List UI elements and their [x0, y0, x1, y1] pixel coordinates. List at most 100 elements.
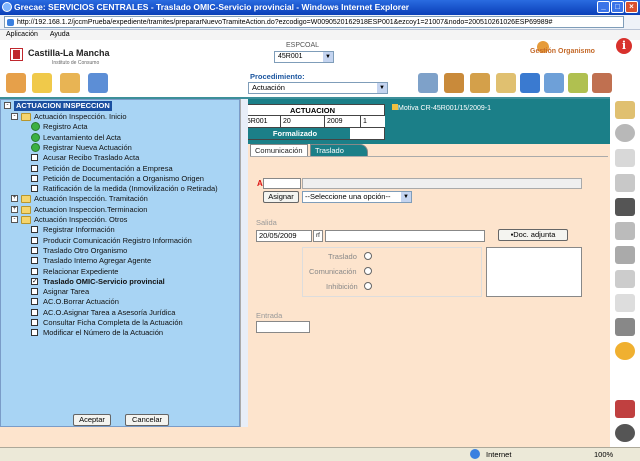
doc-adjunta-button[interactable]: ▪Doc. adjunta [498, 229, 568, 241]
checkbox[interactable] [31, 308, 38, 316]
list-icon[interactable] [615, 294, 635, 312]
checkbox[interactable] [31, 246, 38, 254]
close-window-button[interactable]: × [625, 1, 638, 13]
tree-item-label: Registrar Información [43, 225, 115, 235]
radio-inhibicion-label: Inhibición [326, 282, 358, 291]
opcion-select[interactable]: --Seleccione una opción-- ▼ [302, 191, 412, 203]
cancelar-button[interactable]: Cancelar [125, 414, 169, 426]
espcoal-label: ESPCOAL [286, 42, 320, 49]
asignar-button[interactable]: Asignar [263, 191, 299, 203]
espcoal-select[interactable]: 45R001 ▼ [274, 51, 334, 63]
chevron-down-icon: ▼ [401, 192, 411, 202]
expand-icon[interactable]: + [11, 205, 18, 213]
aceptar-button[interactable]: Aceptar [73, 414, 111, 426]
status-zone: Internet [486, 450, 512, 459]
collapse-icon[interactable]: - [4, 102, 11, 109]
tab-traslado[interactable]: Traslado [310, 144, 368, 156]
logo-subtitle: Instituto de Consumo [52, 60, 100, 66]
chevron-down-icon: ▼ [377, 83, 387, 93]
save-icon[interactable] [615, 198, 635, 216]
checkbox[interactable] [31, 236, 38, 244]
checkbox[interactable] [31, 154, 38, 162]
status-ok-icon [31, 132, 40, 142]
radio-inhibicion[interactable] [364, 282, 372, 290]
collapse-icon[interactable]: - [11, 113, 18, 120]
print-icon[interactable] [615, 246, 635, 264]
salida-date-input[interactable]: 20/05/2009 [256, 230, 312, 242]
expand-icon[interactable]: + [11, 195, 18, 203]
copy-icon[interactable] [615, 222, 635, 240]
tab-comunicacion[interactable]: Comunicación [250, 144, 308, 156]
magnifier-icon[interactable] [615, 101, 635, 119]
tool-icon-2[interactable] [32, 73, 52, 93]
document-icon[interactable] [615, 149, 635, 167]
checkbox[interactable] [31, 164, 38, 172]
checkbox[interactable] [31, 257, 38, 265]
tree-item-label: Registrar Nueva Actuación [43, 142, 132, 152]
logo-text: Castilla-La Mancha [28, 48, 110, 58]
checkbox[interactable] [31, 226, 38, 234]
tree-item-label: Traslado Otro Organismo [43, 245, 128, 255]
menu-ayuda[interactable]: Ayuda [50, 31, 70, 38]
tree-item-label: Actuación Inspección. Otros [34, 215, 128, 224]
minimize-button[interactable]: _ [597, 1, 610, 13]
radio-traslado[interactable] [364, 252, 372, 260]
procedimiento-label: Procedimiento: [250, 72, 305, 81]
info-icon[interactable]: i [616, 38, 632, 54]
search-doc-icon[interactable] [544, 73, 564, 93]
printer-icon[interactable] [615, 318, 635, 336]
clipboard-icon[interactable] [615, 270, 635, 288]
espcoal-value: 45R001 [278, 53, 303, 60]
documents-list[interactable] [486, 247, 582, 297]
checkbox[interactable] [31, 288, 38, 296]
phone-icon[interactable] [615, 424, 635, 442]
tools-icon[interactable] [568, 73, 588, 93]
globe-icon[interactable] [520, 73, 540, 93]
printer-icon[interactable] [418, 73, 438, 93]
archive-icon[interactable] [470, 73, 490, 93]
checkbox[interactable] [31, 174, 38, 182]
salida-text-input[interactable] [325, 230, 485, 242]
books-icon[interactable] [444, 73, 464, 93]
salida-label: Salida [256, 218, 277, 227]
tool-icon-1[interactable] [6, 73, 26, 93]
procedimiento-select[interactable]: Actuación ▼ [248, 82, 388, 94]
checkbox[interactable] [31, 298, 38, 306]
tree-item-label: Traslado OMIC-Servicio provincial [43, 276, 165, 286]
checkbox[interactable] [31, 319, 38, 326]
a-description-input[interactable] [302, 178, 582, 189]
checkbox[interactable]: ✓ [31, 277, 38, 285]
a-label: A [257, 179, 263, 188]
back-icon[interactable] [615, 124, 635, 142]
folder-icon[interactable] [60, 73, 80, 93]
url-field[interactable]: http://192.168.1.2/jccmPrueba/expediente… [4, 16, 624, 28]
tree-item-label: AC.O.Asignar Tarea a Asesoría Jurídica [43, 307, 176, 317]
books-stack-icon[interactable] [592, 73, 612, 93]
tools-exit-icon[interactable] [615, 400, 635, 418]
actuacion-title: ACTUACION [241, 105, 384, 116]
zoom-level[interactable]: 100% [594, 448, 613, 461]
a-code-input[interactable] [263, 178, 301, 189]
tree-item-label: Modificar el Número de la Actuación [43, 328, 164, 338]
address-bar: http://192.168.1.2/jccmPrueba/expediente… [0, 15, 640, 30]
actuacion-cell-num: 20 [281, 116, 325, 128]
menu-aplicacion[interactable]: Aplicación [6, 31, 38, 38]
maximize-button[interactable]: □ [611, 1, 624, 13]
tree-scrollbar[interactable] [240, 99, 248, 427]
checkbox[interactable] [31, 185, 38, 193]
procedimiento-value: Actuación [252, 83, 285, 92]
checkbox[interactable] [31, 329, 38, 337]
tree-item-label: Petición de Documentación a Empresa [43, 163, 173, 173]
checkbox[interactable] [31, 267, 38, 275]
rf-button[interactable]: rf [313, 230, 323, 242]
collapse-icon[interactable]: - [11, 216, 18, 223]
entrada-input[interactable] [256, 321, 310, 333]
radio-comunicacion[interactable] [364, 267, 372, 275]
status-badge: Formalizado [240, 128, 350, 139]
settings-icon[interactable] [615, 342, 635, 360]
computer-icon[interactable] [88, 73, 108, 93]
pages-icon[interactable] [615, 174, 635, 192]
gestion-organismo-link[interactable]: Gestión Organismo [530, 48, 595, 55]
ie-icon [2, 2, 12, 12]
edit-icon[interactable] [496, 73, 516, 93]
